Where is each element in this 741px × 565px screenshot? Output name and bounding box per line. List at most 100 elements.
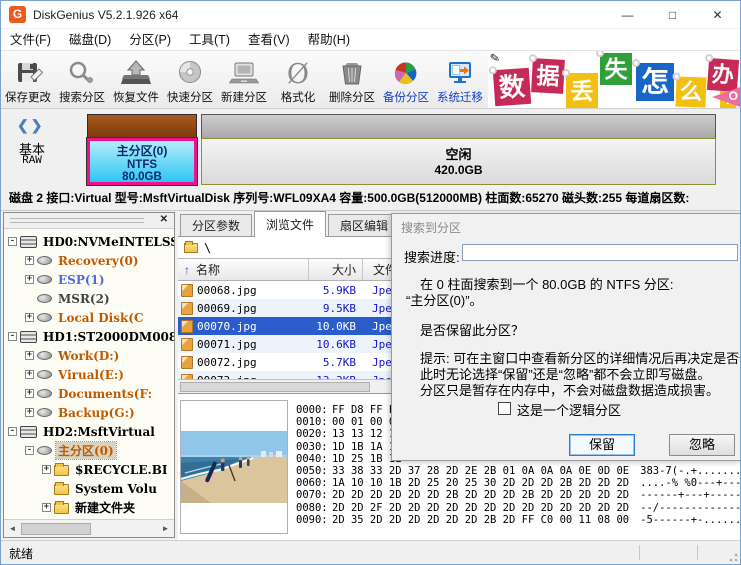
scrollbar-thumb[interactable]: [21, 523, 91, 535]
tree-item-recycle[interactable]: +$RECYCLE.BI: [4, 460, 174, 479]
tree-item-local-disk-c[interactable]: +Local Disk(C: [4, 308, 174, 327]
recover-files-icon: [119, 60, 153, 89]
jpg-file-icon: [181, 302, 193, 315]
tree-item-recovery[interactable]: +Recovery(0): [4, 251, 174, 270]
column-header-size[interactable]: 大小: [308, 259, 356, 280]
beach-photo: [181, 431, 287, 503]
tree-item-new-folder[interactable]: +新建文件夹: [4, 498, 174, 517]
nav-back-icon[interactable]: ❮: [17, 117, 31, 133]
minimize-button[interactable]: —: [605, 1, 650, 28]
format-button[interactable]: Ø 格式化: [271, 51, 325, 108]
expander-icon[interactable]: -: [8, 427, 17, 436]
hex-row[interactable]: 0090:2D 35 2D 2D 2D 2D 2D 2D 2B 2D FF C0…: [296, 514, 740, 526]
menu-partition[interactable]: 分区(P): [120, 29, 180, 51]
scroll-right-icon[interactable]: ►: [157, 524, 174, 533]
menu-help[interactable]: 帮助(H): [299, 29, 359, 51]
partition-fs: NTFS: [90, 159, 194, 171]
tree-item-documents-f[interactable]: +Documents(F:: [4, 384, 174, 403]
partition-size: 80.0GB: [90, 171, 194, 183]
tree-item-hd0[interactable]: -HD0:NVMeINTELSS: [4, 232, 174, 251]
dialog-partition-name-line: “主分区(0)”。: [406, 290, 483, 309]
tree-horizontal-scrollbar[interactable]: ◄ ►: [4, 519, 174, 537]
disk-icon: [20, 331, 37, 343]
tab-partition-params[interactable]: 分区参数: [180, 214, 252, 236]
disc-icon: [173, 60, 207, 89]
ignore-button[interactable]: 忽略: [669, 434, 735, 456]
tree-item-hd2[interactable]: -HD2:MsftVirtual: [4, 422, 174, 441]
recover-files-button[interactable]: 恢复文件: [109, 51, 163, 108]
maximize-button[interactable]: □: [650, 1, 695, 28]
tree-item-msr[interactable]: MSR(2): [4, 289, 174, 308]
tab-browse-files[interactable]: 浏览文件: [254, 211, 326, 237]
banner-tile: 怎: [636, 63, 674, 101]
save-changes-button[interactable]: 保存更改: [1, 51, 55, 108]
search-partition-button[interactable]: 搜索分区: [55, 51, 109, 108]
keep-button[interactable]: 保留: [569, 434, 635, 456]
tree-item-system-volume[interactable]: System Volu: [4, 479, 174, 498]
logical-partition-checkbox[interactable]: [498, 402, 511, 415]
hex-row[interactable]: 0070:2D 2D 2D 2D 2D 2D 2B 2D 2D 2D 2B 2D…: [296, 489, 740, 501]
pie-chart-icon: [389, 60, 423, 89]
jpg-file-icon: [181, 338, 193, 351]
close-button[interactable]: ✕: [695, 1, 740, 28]
partition-block-primary[interactable]: 主分区(0) NTFS 80.0GB: [87, 138, 197, 185]
menu-disk[interactable]: 磁盘(D): [60, 29, 120, 51]
menu-view[interactable]: 查看(V): [239, 29, 299, 51]
expander-icon[interactable]: -: [8, 237, 17, 246]
tree-close-icon[interactable]: ✕: [160, 214, 168, 225]
sort-up-icon[interactable]: ↑: [178, 263, 196, 277]
ad-banner[interactable]: ✎ 数 据 丢 失 怎 么 办 ! O: [488, 51, 740, 109]
delete-partition-button[interactable]: 删除分区: [325, 51, 379, 108]
nav-forward-icon[interactable]: ❯: [31, 117, 45, 133]
disk-fs-label: RAW: [1, 155, 63, 167]
hex-row[interactable]: 0080:2D 2D 2F 2D 2D 2D 2D 2D 2D 2D 2D 2D…: [296, 502, 740, 514]
menu-tools[interactable]: 工具(T): [180, 29, 239, 51]
backup-partition-button[interactable]: 备份分区: [379, 51, 433, 108]
tree-panel-header[interactable]: ✕: [4, 213, 174, 229]
expander-icon[interactable]: +: [25, 256, 34, 265]
tree-item-work-d[interactable]: +Work(D:): [4, 346, 174, 365]
expander-icon[interactable]: +: [25, 408, 34, 417]
logical-partition-checkbox-label: 这是一个逻辑分区: [517, 400, 621, 419]
tree-item-backup-g[interactable]: +Backup(G:): [4, 403, 174, 422]
quick-partition-button[interactable]: 快速分区: [163, 51, 217, 108]
tree-item-esp[interactable]: +ESP(1): [4, 270, 174, 289]
image-preview-box: [180, 400, 288, 534]
expander-icon[interactable]: +: [25, 370, 34, 379]
dot-icon: [529, 54, 537, 62]
diskgenius-window: G DiskGenius V5.2.1.926 x64 — □ ✕ 文件(F) …: [0, 0, 741, 565]
expander-icon[interactable]: +: [25, 275, 34, 284]
scrollbar-thumb[interactable]: [180, 382, 370, 392]
expander-icon[interactable]: -: [25, 446, 34, 455]
status-bar: 就绪: [1, 540, 740, 564]
window-title: DiskGenius V5.2.1.926 x64: [33, 8, 178, 22]
partition-block-free[interactable]: 空闲 420.0GB: [201, 138, 716, 185]
expander-icon[interactable]: +: [25, 313, 34, 322]
hex-row[interactable]: 0060:1A 10 10 1B 2D 25 20 25 30 2D 2D 2D…: [296, 477, 740, 489]
expander-icon[interactable]: +: [42, 465, 51, 474]
status-separator: [639, 545, 640, 560]
expander-icon[interactable]: +: [25, 389, 34, 398]
tree-item-primary-partition[interactable]: -主分区(0): [4, 441, 174, 460]
recover-files-label: 恢复文件: [113, 89, 159, 105]
resize-grip[interactable]: [726, 550, 738, 562]
scroll-left-icon[interactable]: ◄: [4, 524, 21, 533]
new-partition-button[interactable]: 新建分区: [217, 51, 271, 108]
hex-row[interactable]: 0050:33 38 33 2D 37 28 2D 2E 2B 01 0A 0A…: [296, 465, 740, 477]
tab-sector-edit[interactable]: 扇区编辑: [328, 214, 400, 236]
tree-item-virual-e[interactable]: +Virual(E:): [4, 365, 174, 384]
system-migration-button[interactable]: 系统迁移: [433, 51, 487, 108]
tree-item-hd1[interactable]: -HD1:ST2000DM008: [4, 327, 174, 346]
search-progress-label: 搜索进度:: [404, 247, 460, 266]
expander-icon[interactable]: -: [8, 332, 17, 341]
search-icon: [65, 60, 99, 89]
search-partition-label: 搜索分区: [59, 89, 105, 105]
expander-icon[interactable]: +: [42, 503, 51, 512]
system-migration-label: 系统迁移: [437, 89, 483, 105]
column-header-name[interactable]: 名称: [196, 261, 308, 278]
menu-file[interactable]: 文件(F): [1, 29, 60, 51]
partition-icon: [37, 446, 52, 455]
dot-icon: [596, 51, 604, 57]
expander-icon[interactable]: +: [25, 351, 34, 360]
partition-name: 主分区(0): [90, 142, 194, 159]
